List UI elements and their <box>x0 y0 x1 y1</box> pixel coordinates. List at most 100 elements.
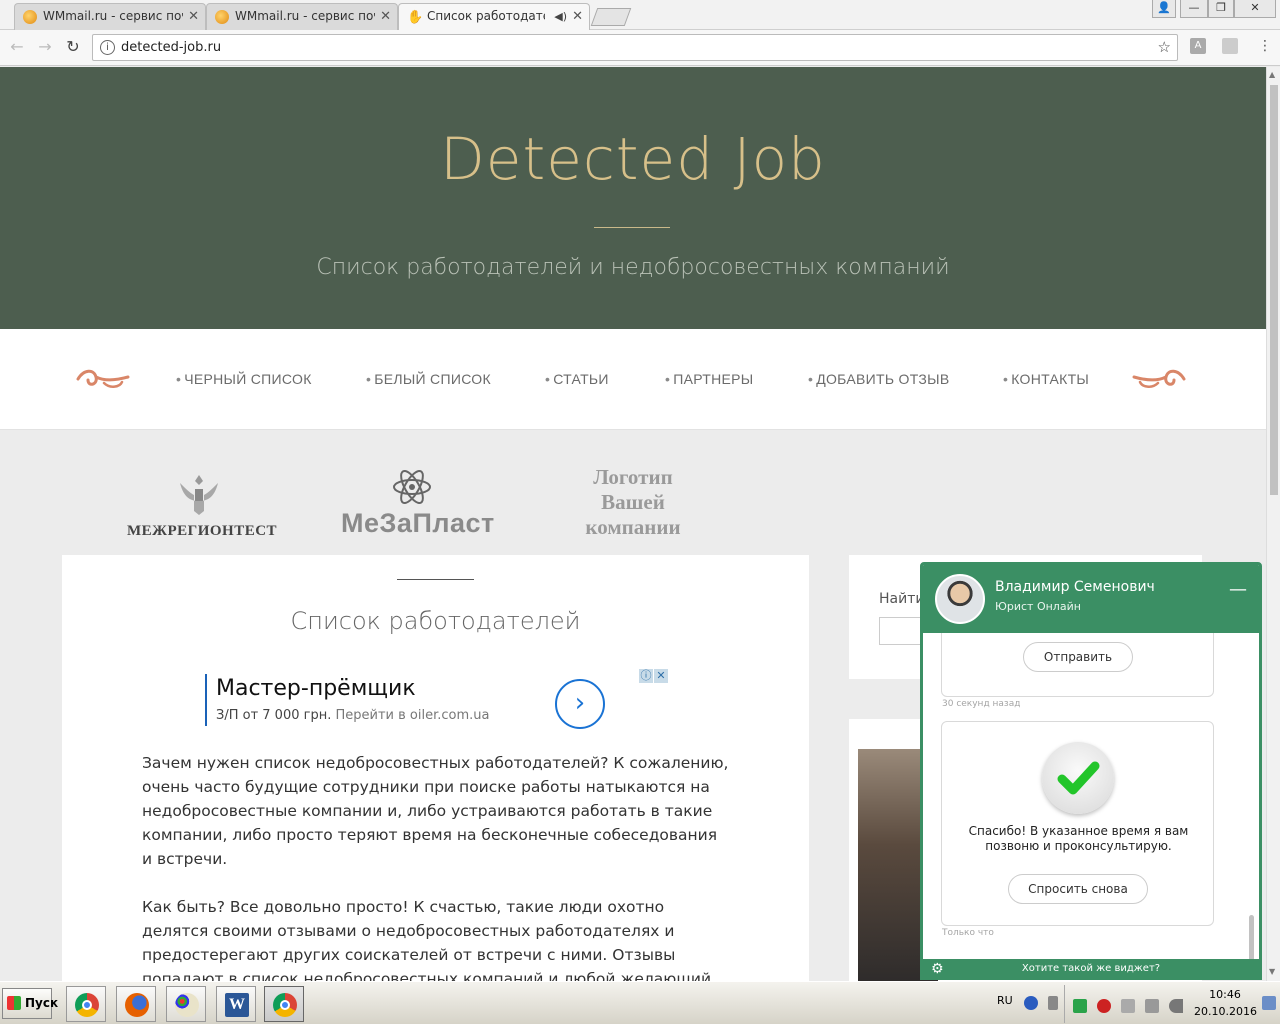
speaker-icon[interactable]: ◀) <box>554 4 567 29</box>
ad-info-icon[interactable]: ⓘ <box>639 669 653 683</box>
forward-icon[interactable]: → <box>34 36 56 58</box>
eagle-emblem-icon <box>180 475 218 515</box>
widget-promo-link[interactable]: Хотите такой же виджет? <box>923 963 1259 974</box>
nav-item-contacts[interactable]: • КОНТАКТЫ <box>1003 371 1089 387</box>
extension-a-icon[interactable]: A <box>1190 38 1206 54</box>
network-icon[interactable] <box>1145 999 1159 1013</box>
close-window-icon[interactable]: ✕ <box>1234 0 1276 18</box>
ask-again-button[interactable]: Спросить снова <box>1008 874 1148 904</box>
reload-icon[interactable]: ↻ <box>62 36 84 58</box>
ad-choices[interactable]: ⓘ ✕ <box>638 669 668 683</box>
tab-close-icon[interactable]: ✕ <box>188 4 199 29</box>
new-tab-button[interactable] <box>590 8 632 26</box>
chrome-active-taskbar-icon[interactable] <box>264 986 304 1022</box>
wmmail-favicon-icon <box>23 10 37 24</box>
network-arrows-icon[interactable] <box>1048 996 1058 1010</box>
partner-logo-mezhregiontest[interactable]: МЕЖРЕГИОНТЕСТ <box>127 523 277 540</box>
paint-taskbar-icon[interactable] <box>166 986 206 1022</box>
tab-title: WMmail.ru - сервис почтов <box>235 9 375 23</box>
atom-icon <box>393 470 431 504</box>
tab-close-icon[interactable]: ✕ <box>380 4 391 29</box>
site-info-icon[interactable]: i <box>100 40 115 55</box>
browser-toolbar: ← → ↻ i detected-job.ru ☆ A ⋮ <box>0 30 1280 66</box>
agent-name: Владимир Семенович <box>995 579 1155 595</box>
browser-tab-3[interactable]: ✋ Список работодателей ◀) ✕ <box>398 3 590 30</box>
volume-icon[interactable] <box>1169 999 1183 1013</box>
back-icon[interactable]: ← <box>6 36 28 58</box>
browser-menu-icon[interactable]: ⋮ <box>1258 38 1272 54</box>
restore-icon[interactable]: ❐ <box>1208 0 1234 18</box>
clock-date[interactable]: 20.10.2016 <box>1194 1005 1257 1018</box>
nav-item-articles[interactable]: • СТАТЬИ <box>545 371 609 387</box>
nav-item-black-list[interactable]: • ЧЕРНЫЙ СПИСОК <box>176 371 312 387</box>
chat-confirm-bubble: Спасибо! В указанное время я вам позвоню… <box>941 721 1214 926</box>
chrome-taskbar-icon[interactable] <box>66 986 106 1022</box>
ad-link[interactable]: Перейти в oiler.com.ua <box>335 708 489 723</box>
chat-scrollbar[interactable] <box>1249 915 1254 959</box>
page-title: Список работодателей <box>290 607 581 635</box>
scrollbar-thumb[interactable] <box>1270 85 1278 495</box>
scroll-down-icon[interactable]: ▼ <box>1269 967 1275 976</box>
tab-close-icon[interactable]: ✕ <box>572 4 583 29</box>
antivirus-shield-icon[interactable] <box>1073 999 1087 1013</box>
chat-messages: Отправить 30 секунд назад Спасибо! В ука… <box>923 633 1259 959</box>
browser-tab-1[interactable]: WMmail.ru - сервис почтов ✕ <box>14 3 206 30</box>
send-button[interactable]: Отправить <box>1023 642 1133 672</box>
ad-close-icon[interactable]: ✕ <box>654 669 668 683</box>
intro-paragraph-1: Зачем нужен список недобросовестных рабо… <box>142 754 729 868</box>
nav-item-add-review[interactable]: • ДОБАВИТЬ ОТЗЫВ <box>808 371 950 387</box>
partner-logos: МЕЖРЕГИОНТЕСТ МеЗаПласт Логотип Вашей ко… <box>0 431 1266 555</box>
windows-logo-icon <box>7 996 21 1010</box>
minimize-icon[interactable]: — <box>1180 0 1208 18</box>
title-divider <box>397 579 474 580</box>
ad-arrow-icon[interactable]: › <box>555 679 605 729</box>
ad-accent-bar <box>205 674 207 726</box>
ad-banner[interactable]: Мастер-прёмщик З/П от 7 000 грн. Перейти… <box>205 670 670 730</box>
scroll-up-icon[interactable]: ▲ <box>1269 70 1275 79</box>
browser-tab-2[interactable]: WMmail.ru - сервис почтов ✕ <box>206 3 398 30</box>
nav-item-white-list[interactable]: • БЕЛЫЙ СПИСОК <box>366 371 491 387</box>
help-icon[interactable] <box>1024 996 1038 1010</box>
blocked-icon[interactable] <box>1097 999 1111 1013</box>
agent-avatar <box>935 574 985 624</box>
message-timestamp: 30 секунд назад <box>942 699 1021 709</box>
start-button[interactable]: Пуск <box>2 988 58 1019</box>
partner-logo-placeholder[interactable]: Логотип Вашей компании <box>560 465 706 540</box>
start-label: Пуск <box>25 996 59 1010</box>
site-title[interactable]: Detected Job <box>0 125 1266 193</box>
windows-taskbar: Пуск W RU 10:46 20.10.2016 <box>0 981 1280 1024</box>
main-content: Список работодателей Мастер-прёмщик З/П … <box>62 555 809 981</box>
language-indicator[interactable]: RU <box>997 994 1013 1007</box>
search-label: Найти <box>879 591 925 607</box>
word-taskbar-icon[interactable]: W <box>216 986 256 1022</box>
security-flag-icon[interactable] <box>1121 999 1135 1013</box>
chat-form-bubble: Отправить <box>941 633 1214 697</box>
wmmail-favicon-icon <box>215 10 229 24</box>
tab-title: Список работодателей <box>427 9 545 23</box>
extension-icon[interactable] <box>1222 38 1238 54</box>
chat-footer: ⚙ Хотите такой же виджет? <box>923 959 1259 977</box>
browser-tab-bar: WMmail.ru - сервис почтов ✕ WMmail.ru - … <box>0 0 1280 30</box>
intro-paragraph-2: Как быть? Все довольно просто! К счастью… <box>142 898 712 981</box>
bookmark-star-icon[interactable]: ☆ <box>1158 38 1171 56</box>
thanks-message: Спасибо! В указанное время я вам позвоню… <box>968 824 1189 853</box>
ad-title[interactable]: Мастер-прёмщик <box>216 676 416 701</box>
partner-logo-mezaplast[interactable]: МеЗаПласт <box>341 508 495 539</box>
show-desktop-icon[interactable] <box>1262 996 1276 1010</box>
minimize-chat-icon[interactable]: — <box>1229 579 1247 600</box>
ad-subtitle: З/П от 7 000 грн. Перейти в oiler.com.ua <box>216 708 489 723</box>
message-timestamp: Только что <box>942 928 994 938</box>
address-bar[interactable]: i detected-job.ru ☆ <box>92 34 1178 61</box>
success-check-icon <box>1042 742 1114 814</box>
agent-role: Юрист Онлайн <box>995 600 1081 613</box>
chat-header[interactable]: Владимир Семенович Юрист Онлайн — <box>923 565 1259 633</box>
clock-time[interactable]: 10:46 <box>1202 988 1248 1001</box>
url-text[interactable]: detected-job.ru <box>121 40 221 55</box>
page-scrollbar[interactable]: ▲ ▼ <box>1266 67 1280 981</box>
chat-widget: Владимир Семенович Юрист Онлайн — Отправ… <box>920 562 1262 980</box>
hand-favicon-icon: ✋ <box>407 10 424 25</box>
firefox-taskbar-icon[interactable] <box>116 986 156 1022</box>
nav-item-partners[interactable]: • ПАРТНЕРЫ <box>665 371 753 387</box>
site-header: Detected Job Список работодателей и недо… <box>0 67 1266 329</box>
profile-icon[interactable]: 👤 <box>1152 0 1176 18</box>
